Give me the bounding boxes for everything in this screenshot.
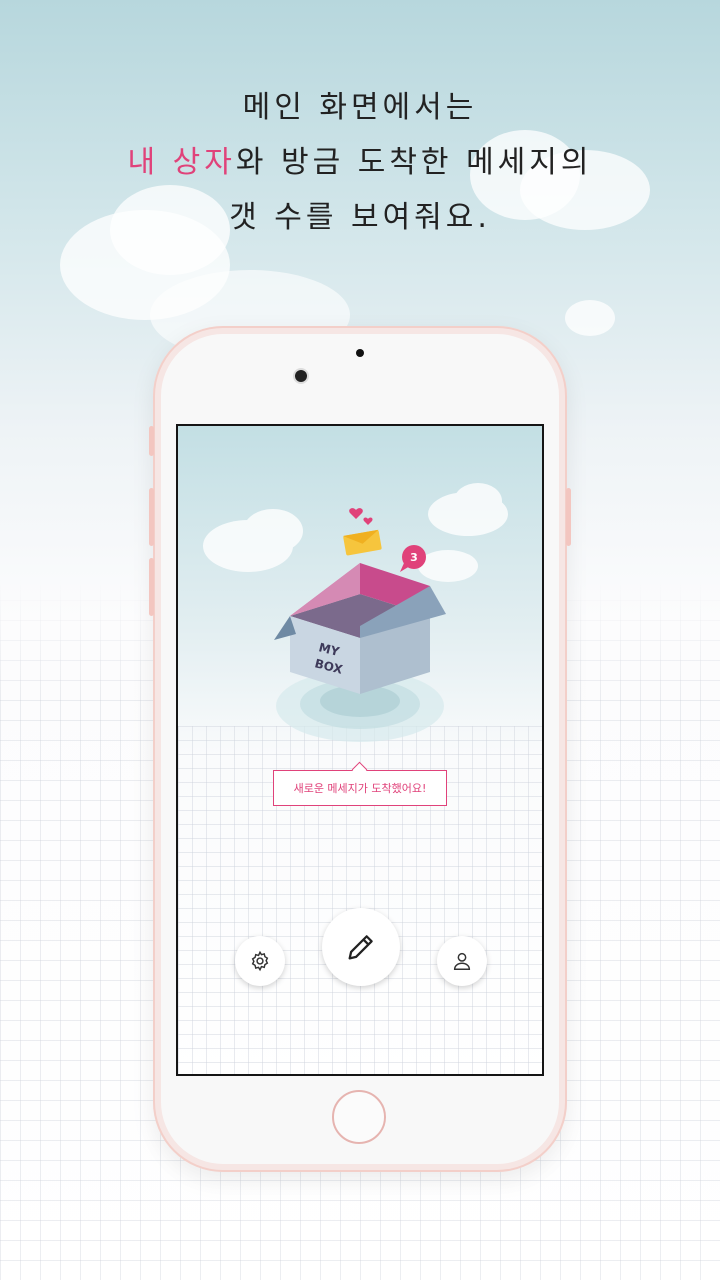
- headline-line-2-rest: 와 방금 도착한 메세지의: [235, 145, 593, 180]
- home-button[interactable]: [332, 1090, 386, 1144]
- headline-accent: 내 상자: [127, 145, 236, 180]
- phone-volume-down: [149, 558, 154, 616]
- settings-button[interactable]: [235, 936, 285, 986]
- phone-volume-up: [149, 488, 154, 546]
- message-count: 3: [410, 551, 418, 564]
- phone-camera: [295, 370, 307, 382]
- new-message-notice: 새로운 메세지가 도착했어요!: [273, 770, 447, 806]
- new-message-notice-text: 새로운 메세지가 도착했어요!: [293, 782, 427, 795]
- headline-line-2: 내 상자와 방금 도착한 메세지의: [0, 135, 720, 190]
- user-icon: [453, 952, 471, 970]
- envelope-icon: [343, 529, 382, 556]
- my-box-illustration: MY BOX 3: [203, 483, 508, 742]
- heart-icon: [363, 517, 373, 525]
- pencil-icon: [348, 935, 373, 960]
- headline-line-3: 갯 수를 보여줘요.: [229, 200, 491, 235]
- phone-speaker: [356, 349, 364, 357]
- phone-side-button: [149, 426, 154, 456]
- app-screen: MY BOX 3 새로운 메세지가 도착했어요!: [176, 424, 544, 1076]
- gear-icon: [251, 950, 269, 972]
- compose-button[interactable]: [322, 908, 400, 986]
- heart-icon: [349, 508, 363, 519]
- phone-power-button: [566, 488, 571, 546]
- cloud: [565, 300, 615, 336]
- profile-button[interactable]: [437, 936, 487, 986]
- headline: 메인 화면에서는 내 상자와 방금 도착한 메세지의 갯 수를 보여줘요.: [0, 80, 720, 245]
- headline-line-1: 메인 화면에서는: [242, 90, 478, 125]
- phone-frame: MY BOX 3 새로운 메세지가 도착했어요!: [149, 326, 571, 1172]
